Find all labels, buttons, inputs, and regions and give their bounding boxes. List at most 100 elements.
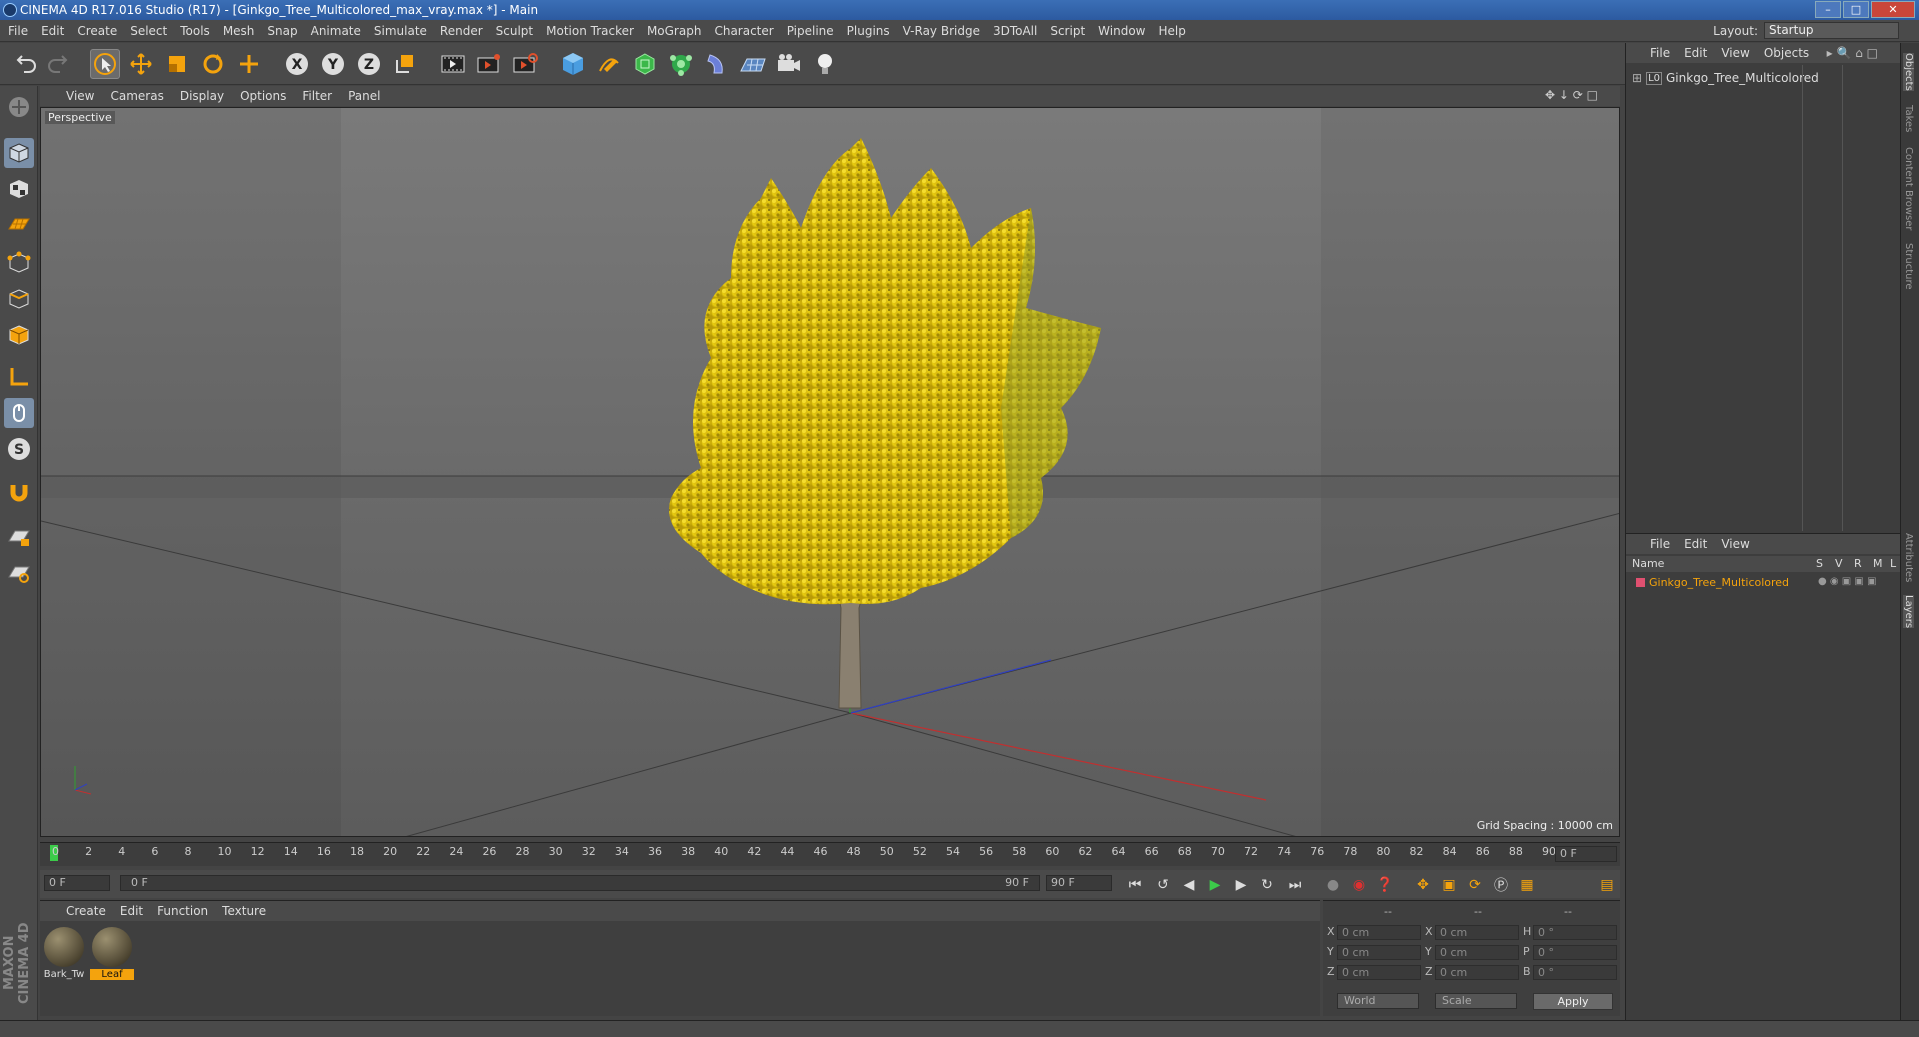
end-frame-field[interactable]: 90 F: [1046, 875, 1112, 891]
menu-mograph[interactable]: MoGraph: [647, 24, 702, 38]
menu-vray-bridge[interactable]: V-Ray Bridge: [903, 24, 980, 38]
size-z-field[interactable]: 0 cm: [1435, 965, 1519, 980]
record-point-level-icon[interactable]: ▦: [1516, 874, 1538, 896]
material-menu-texture[interactable]: Texture: [222, 904, 266, 918]
menu-window[interactable]: Window: [1098, 24, 1145, 38]
size-mode-dropdown[interactable]: Scale: [1435, 993, 1517, 1009]
menu-file[interactable]: File: [8, 24, 28, 38]
menu-script[interactable]: Script: [1050, 24, 1085, 38]
render-view-icon[interactable]: [438, 49, 468, 79]
record-position-icon[interactable]: ✥: [1412, 874, 1434, 896]
menu-pipeline[interactable]: Pipeline: [787, 24, 834, 38]
viewport-menu-cameras[interactable]: Cameras: [110, 89, 163, 103]
objects-menu-edit[interactable]: Edit: [1684, 46, 1707, 60]
viewport-menu-view[interactable]: View: [66, 89, 94, 103]
objects-menu-view[interactable]: View: [1721, 46, 1749, 60]
go-to-previous-key-icon[interactable]: ↺: [1152, 874, 1174, 896]
objects-menu-file[interactable]: File: [1650, 46, 1670, 60]
magnet-icon[interactable]: [4, 478, 34, 508]
tab-attributes[interactable]: Attributes: [1903, 533, 1914, 582]
render-picture-viewer-icon[interactable]: [474, 49, 504, 79]
start-frame-field[interactable]: 0 F: [44, 875, 110, 891]
y-axis-lock-icon[interactable]: Y: [318, 49, 348, 79]
layers-menu-view[interactable]: View: [1721, 537, 1749, 551]
record-scale-icon[interactable]: ▣: [1438, 874, 1460, 896]
material-swatch[interactable]: Bark_Tw: [42, 927, 86, 980]
keyframe-selection-icon[interactable]: ❓: [1374, 874, 1396, 896]
undo-icon[interactable]: [10, 49, 40, 79]
snap-icon[interactable]: S: [4, 434, 34, 464]
tab-takes[interactable]: Takes: [1903, 105, 1914, 132]
expand-icon[interactable]: ⊞: [1632, 71, 1642, 85]
size-y-field[interactable]: 0 cm: [1435, 945, 1519, 960]
frame-range-slider[interactable]: 0 F 90 F: [120, 875, 1040, 891]
viewport-menu-panel[interactable]: Panel: [348, 89, 380, 103]
planar-workplane-icon[interactable]: [4, 558, 34, 588]
rotate-icon[interactable]: [198, 49, 228, 79]
object-tree-item[interactable]: ⊞ L0 Ginkgo_Tree_Multicolored: [1632, 71, 1819, 85]
menu-create[interactable]: Create: [77, 24, 117, 38]
menu-plugins[interactable]: Plugins: [847, 24, 890, 38]
menu-sculpt[interactable]: Sculpt: [496, 24, 533, 38]
rotation-b-field[interactable]: 0 °: [1533, 965, 1617, 980]
menu-character[interactable]: Character: [714, 24, 773, 38]
texture-mode-icon[interactable]: [4, 174, 34, 204]
position-x-field[interactable]: 0 cm: [1337, 925, 1421, 940]
tab-structure[interactable]: Structure: [1903, 243, 1914, 290]
move-icon[interactable]: [126, 49, 156, 79]
coordinate-system-icon[interactable]: [390, 49, 420, 79]
enable-axis-icon[interactable]: [4, 362, 34, 392]
viewport-menu-options[interactable]: Options: [240, 89, 286, 103]
menu-animate[interactable]: Animate: [311, 24, 361, 38]
current-frame-field[interactable]: 0 F: [1555, 846, 1617, 862]
recent-tool-icon[interactable]: [234, 49, 264, 79]
rotation-p-field[interactable]: 0 °: [1533, 945, 1617, 960]
cube-primitive-icon[interactable]: [558, 49, 588, 79]
edit-render-settings-icon[interactable]: [510, 49, 540, 79]
cloner-icon[interactable]: [666, 49, 696, 79]
layer-row[interactable]: Ginkgo_Tree_Multicolored: [1636, 576, 1789, 589]
material-menu-create[interactable]: Create: [66, 904, 106, 918]
timeline-ruler[interactable]: 0 2 4 6 8 10 12 14 16 18 20 22 24 26 28 30 32 34 36 38 40 42 4…: [40, 842, 1620, 866]
camera-icon[interactable]: [774, 49, 804, 79]
menu-3dtoall[interactable]: 3DToAll: [993, 24, 1037, 38]
tab-layers[interactable]: Layers: [1903, 595, 1914, 629]
make-editable-icon[interactable]: [4, 92, 34, 122]
next-frame-icon[interactable]: ▶: [1230, 874, 1252, 896]
timeline-window-icon[interactable]: ▤: [1596, 874, 1618, 896]
tweak-mode-icon[interactable]: [4, 398, 34, 428]
record-parameter-icon[interactable]: Ⓟ: [1490, 874, 1512, 896]
layer-color-swatch[interactable]: [1636, 578, 1645, 587]
floor-icon[interactable]: [738, 49, 768, 79]
material-swatch[interactable]: Leaf: [90, 927, 134, 980]
layers-menu-edit[interactable]: Edit: [1684, 537, 1707, 551]
menu-edit[interactable]: Edit: [41, 24, 64, 38]
object-name[interactable]: Ginkgo_Tree_Multicolored: [1666, 71, 1819, 85]
menu-help[interactable]: Help: [1158, 24, 1185, 38]
locked-workplane-icon[interactable]: [4, 522, 34, 552]
go-to-start-icon[interactable]: ⏮: [1124, 874, 1146, 896]
x-axis-lock-icon[interactable]: X: [282, 49, 312, 79]
object-manager-tool-icons[interactable]: ▸ 🔍 ⌂ □: [1827, 46, 1878, 60]
pen-spline-icon[interactable]: [594, 49, 624, 79]
edges-mode-icon[interactable]: [4, 284, 34, 314]
light-icon[interactable]: [810, 49, 840, 79]
model-mode-icon[interactable]: [4, 138, 34, 168]
material-menu-edit[interactable]: Edit: [120, 904, 143, 918]
go-to-next-key-icon[interactable]: ↻: [1256, 874, 1278, 896]
play-forward-icon[interactable]: ▶: [1204, 874, 1226, 896]
layer-name[interactable]: Ginkgo_Tree_Multicolored: [1649, 576, 1789, 589]
apply-button[interactable]: Apply: [1533, 993, 1613, 1010]
coordinate-mode-dropdown[interactable]: World: [1337, 993, 1419, 1009]
menu-snap[interactable]: Snap: [267, 24, 297, 38]
z-axis-lock-icon[interactable]: Z: [354, 49, 384, 79]
position-z-field[interactable]: 0 cm: [1337, 965, 1421, 980]
layout-dropdown[interactable]: Startup: [1764, 22, 1899, 39]
menu-simulate[interactable]: Simulate: [374, 24, 427, 38]
tab-objects[interactable]: Objects: [1903, 53, 1914, 91]
menu-select[interactable]: Select: [130, 24, 167, 38]
maximize-icon[interactable]: □: [1843, 1, 1869, 18]
record-active-objects-icon[interactable]: ●: [1322, 874, 1344, 896]
perspective-viewport[interactable]: Perspective Grid Spacing : 10000 cm: [40, 107, 1620, 837]
polygons-mode-icon[interactable]: [4, 320, 34, 350]
